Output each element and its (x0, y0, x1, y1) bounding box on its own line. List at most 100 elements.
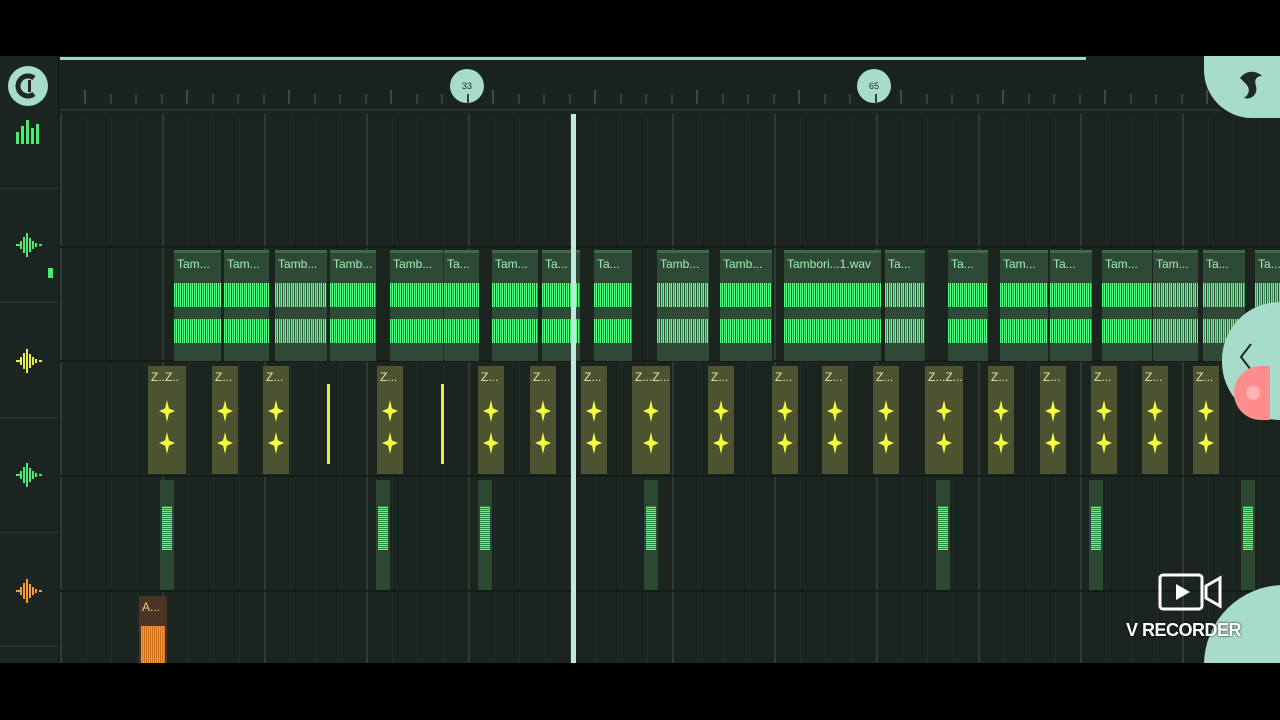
snap-clip[interactable]: Z... (212, 366, 238, 474)
snap-clip[interactable]: Z... (377, 366, 403, 474)
snap-clip[interactable]: Z... (873, 366, 899, 474)
mixer-icon[interactable] (15, 118, 43, 144)
snap-clip[interactable]: Z... (1091, 366, 1117, 474)
ruler-tick (1155, 94, 1157, 104)
tambourine-clip[interactable]: Ta... (594, 250, 632, 361)
grid-line (340, 114, 342, 663)
record-dot (1246, 386, 1260, 400)
hat-clip[interactable] (644, 480, 658, 590)
sidebar-divider (0, 417, 58, 418)
clip-label: Z... (991, 370, 1009, 384)
track-divider (60, 246, 1280, 248)
clip-waveform (657, 283, 709, 307)
tambourine-clip[interactable]: Ta... (444, 250, 479, 361)
snap-clip-sliver[interactable] (327, 384, 330, 464)
clip-label: Tamb... (278, 257, 318, 271)
waveform-icon[interactable] (14, 460, 44, 490)
tambourine-clip[interactable]: Tam... (1153, 250, 1198, 361)
clip-waveform (1203, 283, 1245, 307)
ruler-tick (645, 94, 647, 104)
tambourine-clip[interactable]: Tamb... (275, 250, 327, 361)
clip-waveform (948, 319, 988, 343)
recorder-label: V RECORDER (1126, 620, 1242, 640)
snap-magnet-icon (15, 73, 36, 99)
clip-waveform (492, 283, 538, 307)
clip-label: Z... (533, 370, 551, 384)
clip-waveform (1147, 432, 1163, 454)
snap-clip[interactable]: Z... (1040, 366, 1066, 474)
grid-line (697, 114, 699, 663)
clip-label: Z... (876, 370, 894, 384)
snap-clip[interactable]: Z... (263, 366, 289, 474)
clip-label: Z...Z... (635, 370, 670, 384)
snap-clip[interactable]: Z..Z.. (148, 366, 186, 474)
clip-label: Z... (380, 370, 398, 384)
ruler-tick (339, 94, 341, 104)
clip-label: Tam... (1003, 257, 1036, 271)
snap-clip[interactable]: Z...Z... (925, 366, 963, 474)
ruler-tick (135, 94, 137, 104)
tambourine-clip[interactable]: Tam... (1102, 250, 1152, 361)
waveform-icon[interactable] (14, 230, 44, 260)
snap-clip[interactable]: Z... (822, 366, 848, 474)
hat-clip[interactable] (160, 480, 174, 590)
snap-clip[interactable]: Z... (530, 366, 556, 474)
hat-clip[interactable] (478, 480, 492, 590)
grid-line (315, 114, 316, 663)
clip-waveform (378, 506, 388, 550)
tambourine-clip[interactable]: Tamb... (657, 250, 709, 361)
snap-clip[interactable]: Z... (772, 366, 798, 474)
tambourine-clip[interactable]: Ta... (948, 250, 988, 361)
hat-clip[interactable] (376, 480, 390, 590)
tambourine-clip[interactable]: Tamb... (390, 250, 443, 361)
tambourine-clip[interactable]: Ta... (1050, 250, 1092, 361)
snap-clip-sliver[interactable] (441, 384, 444, 464)
snap-clip[interactable]: Z...Z... (632, 366, 670, 474)
ruler-tick (517, 94, 520, 104)
ruler-tick (441, 94, 443, 104)
clip-waveform (993, 400, 1009, 422)
tambourine-clip[interactable]: Tambori...1.wav (784, 250, 881, 361)
tambourine-clip[interactable]: Tam... (1000, 250, 1048, 361)
snap-clip[interactable]: Z... (1193, 366, 1219, 474)
tambourine-clip[interactable]: Ta... (885, 250, 925, 361)
timeline-ruler[interactable] (60, 56, 1280, 114)
ruler-tick (466, 94, 469, 104)
clip-waveform (1243, 506, 1253, 550)
ruler-tick (1180, 94, 1183, 104)
grid-line (850, 114, 852, 663)
snap-clip[interactable]: Z... (1142, 366, 1168, 474)
tambourine-clip[interactable]: Tam... (224, 250, 269, 361)
tambourine-clip[interactable]: Tamb... (720, 250, 772, 361)
tambourine-clip[interactable]: Tam... (492, 250, 538, 361)
snap-magnet-button[interactable] (8, 66, 48, 106)
snap-clip[interactable]: Z... (708, 366, 734, 474)
clip-waveform (993, 432, 1009, 454)
clip-label: Z... (1094, 370, 1112, 384)
clip-waveform (586, 432, 602, 454)
clip-waveform (159, 432, 175, 454)
grid-line (748, 114, 750, 663)
snap-clip[interactable]: Z... (581, 366, 607, 474)
hat-clip[interactable] (936, 480, 950, 590)
hat-clip[interactable] (1089, 480, 1103, 590)
ruler-tick (798, 90, 800, 104)
clip-label: Ta... (1206, 257, 1229, 271)
audio-clip[interactable]: A... (139, 596, 167, 663)
waveform-icon[interactable] (14, 576, 44, 606)
song-progress-line (60, 57, 1086, 60)
snap-clip[interactable]: Z... (988, 366, 1014, 474)
clip-waveform (594, 319, 632, 343)
ruler-tick (288, 90, 290, 104)
waveform-icon[interactable] (14, 346, 44, 376)
ruler-tick (747, 94, 749, 104)
clip-waveform (646, 506, 656, 550)
tambourine-clip[interactable]: Tam... (174, 250, 221, 361)
clip-waveform (1102, 319, 1152, 343)
playlist-grid[interactable]: Tam... Tam... Tamb... Tamb... Tamb... Ta... Ta… (60, 114, 1280, 663)
snap-clip[interactable]: Z... (478, 366, 504, 474)
playhead[interactable] (571, 114, 576, 663)
tambourine-clip[interactable]: Tamb... (330, 250, 376, 361)
grid-line (289, 114, 291, 663)
grid-line (621, 114, 622, 663)
